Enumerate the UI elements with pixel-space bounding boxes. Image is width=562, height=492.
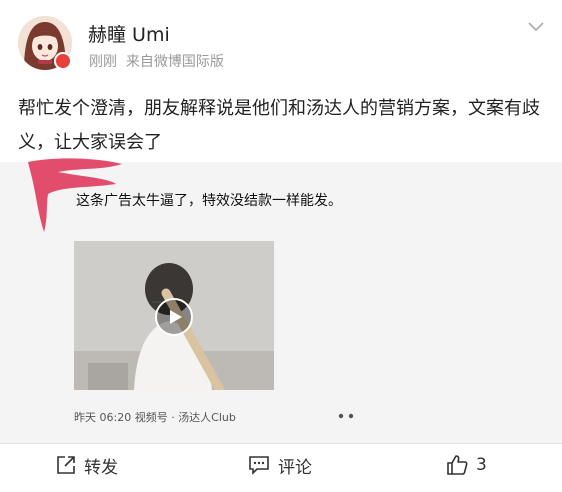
- post-time: 刚刚: [89, 54, 117, 70]
- repost-button[interactable]: 转发: [56, 452, 118, 478]
- post-text: 帮忙发个澄清，朋友解释说是他们和汤达人的营销方案，文案有歧义，让大家误会了: [18, 98, 540, 153]
- share-square-icon: [57, 456, 75, 474]
- post-source-prefix: 来自: [125, 54, 154, 70]
- comment-label: 评论: [278, 457, 312, 478]
- like-count: 3: [476, 455, 487, 475]
- quoted-text: 这条广告太牛逼了，特效没结款一样能发。: [76, 193, 342, 209]
- chevron-down-icon[interactable]: [526, 20, 546, 34]
- comment-bubble-icon: [249, 456, 269, 475]
- like-button[interactable]: 3: [446, 452, 487, 478]
- play-icon: [170, 310, 182, 324]
- verified-badge-icon: [54, 52, 72, 70]
- play-button[interactable]: [155, 298, 193, 336]
- comment-button[interactable]: 评论: [248, 452, 312, 478]
- username[interactable]: 赫瞳 Umi: [88, 20, 170, 47]
- video-caption[interactable]: 昨天 06:20 视频号 · 汤达人Club: [74, 409, 236, 425]
- more-dots-icon[interactable]: [331, 408, 361, 424]
- divider: [0, 443, 562, 444]
- repost-label: 转发: [84, 457, 118, 478]
- thumbs-up-icon: [447, 455, 468, 475]
- post-meta: 刚刚 来自微博国际版: [89, 51, 224, 71]
- post-source-client[interactable]: 微博国际版: [154, 54, 224, 70]
